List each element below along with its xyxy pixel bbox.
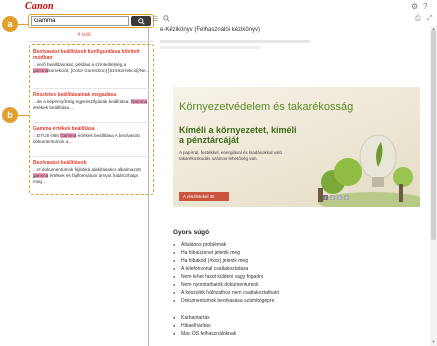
search-result[interactable]: Beolvasási beállítások konfigurálása bőv… <box>33 49 151 74</box>
blurred-text <box>160 40 310 43</box>
help-link-item[interactable]: Karbantartás <box>173 314 373 322</box>
eco-illustration <box>318 134 420 207</box>
result-separator <box>33 88 151 89</box>
banner-description: A papírral, festékkel, energiával és kia… <box>179 150 283 161</box>
search-result[interactable]: Részletes beállításainak megadása ...de … <box>33 92 151 111</box>
result-count: 4 talál <box>77 32 91 38</box>
search-highlight: gamma <box>33 68 49 73</box>
result-separator <box>33 122 151 123</box>
header: Canon ⚙ ? <box>0 0 437 14</box>
banner-title: Környezetvédelem és takarékosság <box>179 101 354 113</box>
help-link-item[interactable]: Hibaelhárítás <box>173 322 373 330</box>
result-snippet: ...nt dokumentumok fájlokká alakításakor… <box>33 167 141 184</box>
search-results: Beolvasási beállítások konfigurálása bőv… <box>29 44 154 195</box>
hamburger-menu-icon[interactable]: ☰ <box>152 15 158 23</box>
canon-logo[interactable]: Canon <box>25 1 54 12</box>
result-snippet: ...DYUS-065 Gamma értékek beállítása A b… <box>33 133 140 144</box>
callout-badge-b: b <box>2 107 18 123</box>
scroll-down-icon[interactable]: ▼ <box>430 339 437 344</box>
result-separator <box>33 156 151 157</box>
search-highlight: Gamma <box>130 99 148 104</box>
sidebar: 4 talál Beolvasási beállítások konfigurá… <box>19 14 154 346</box>
carousel-page-1[interactable]: 1 <box>323 195 328 200</box>
callout-badge-a: a <box>2 16 18 32</box>
result-snippet: ...de a képernyőnkig egyenszílyánák beál… <box>33 99 148 110</box>
banner-details-button[interactable]: A részletekel itt! <box>179 192 229 201</box>
quick-help-item[interactable]: Általános problémák <box>173 241 373 249</box>
result-title[interactable]: Beolvasási beállítások konfigurálása bőv… <box>33 49 151 61</box>
more-help-list: Karbantartás Hibaelhárítás Mac OS felhas… <box>173 314 373 338</box>
quick-help-list: Általános problémák Ha hibaüzenet jeleni… <box>173 241 373 305</box>
toolbar: ☰ ⎙ ⤢ <box>150 14 437 26</box>
banner-subtitle: Kíméli a környezetet, kíméli a pénztárcá… <box>179 125 297 145</box>
quick-help-item[interactable]: A telefonvonal csatlakoztatása <box>173 265 373 273</box>
banner-button-label: A részletekel itt! <box>183 194 215 199</box>
gear-icon[interactable]: ⚙ <box>411 2 418 11</box>
print-icon[interactable]: ⎙ <box>415 15 421 23</box>
divider <box>29 41 154 42</box>
quick-help-item[interactable]: Ha hibaüzenet jelenik meg <box>173 249 373 257</box>
blurred-text <box>160 46 260 49</box>
search-input[interactable] <box>31 16 129 26</box>
quick-help-title: Gyors súgó <box>173 229 210 236</box>
search-result[interactable]: Gamma értékek beállítása ...DYUS-065 Gam… <box>33 126 151 145</box>
search-icon[interactable] <box>163 15 170 24</box>
promo-banner[interactable]: Környezetvédelem és takarékosság Kíméli … <box>173 87 420 207</box>
search-icon <box>137 17 145 25</box>
search-highlight: gamma <box>33 173 49 178</box>
quick-help-item[interactable]: Nem nyomtathatók dokumentumok <box>173 281 373 289</box>
quick-help-item[interactable]: A készülék hálózathoz nem csatlakoztatha… <box>173 289 373 297</box>
quick-help-item[interactable]: Dokumentumok beolvasása számítógépre <box>173 297 373 305</box>
search-box <box>28 14 154 28</box>
quick-help-item[interactable]: Ha hibakód (#xxx) jelenik meg <box>173 257 373 265</box>
scrollbar[interactable]: ▲ ▼ <box>430 26 437 346</box>
quick-help-item[interactable]: Nem lehet faxot küldeni vagy fogadni <box>173 273 373 281</box>
search-result[interactable]: Beolvasási beállítások ...nt dokumentumo… <box>33 160 151 185</box>
result-title[interactable]: Beolvasási beállítások <box>33 160 151 166</box>
carousel-page-4[interactable]: 4 <box>344 195 349 200</box>
question-icon[interactable]: ? <box>423 2 427 11</box>
scroll-thumb[interactable] <box>431 30 436 240</box>
help-link-item[interactable]: Mac OS felhasználóknak <box>173 330 373 338</box>
breadcrumb[interactable]: e-Kézikönyv (Felhasználói kézikönyv) <box>160 27 260 33</box>
search-highlight: Gamma <box>60 133 77 138</box>
carousel-page-2[interactable]: 2 <box>330 195 335 200</box>
search-button[interactable] <box>131 16 151 26</box>
main-content: e-Kézikönyv (Felhasználói kézikönyv) Kör… <box>150 26 430 346</box>
result-snippet: ...verő beállításokat, például a színtel… <box>33 62 150 73</box>
app-window: Canon ⚙ ? 4 talál Beolvasási beállítások… <box>0 0 437 346</box>
result-title[interactable]: Gamma értékek beállítása <box>33 126 151 132</box>
carousel-page-3[interactable]: 3 <box>337 195 342 200</box>
expand-icon[interactable]: ⤢ <box>427 15 433 23</box>
result-title[interactable]: Részletes beállításainak megadása <box>33 92 151 98</box>
